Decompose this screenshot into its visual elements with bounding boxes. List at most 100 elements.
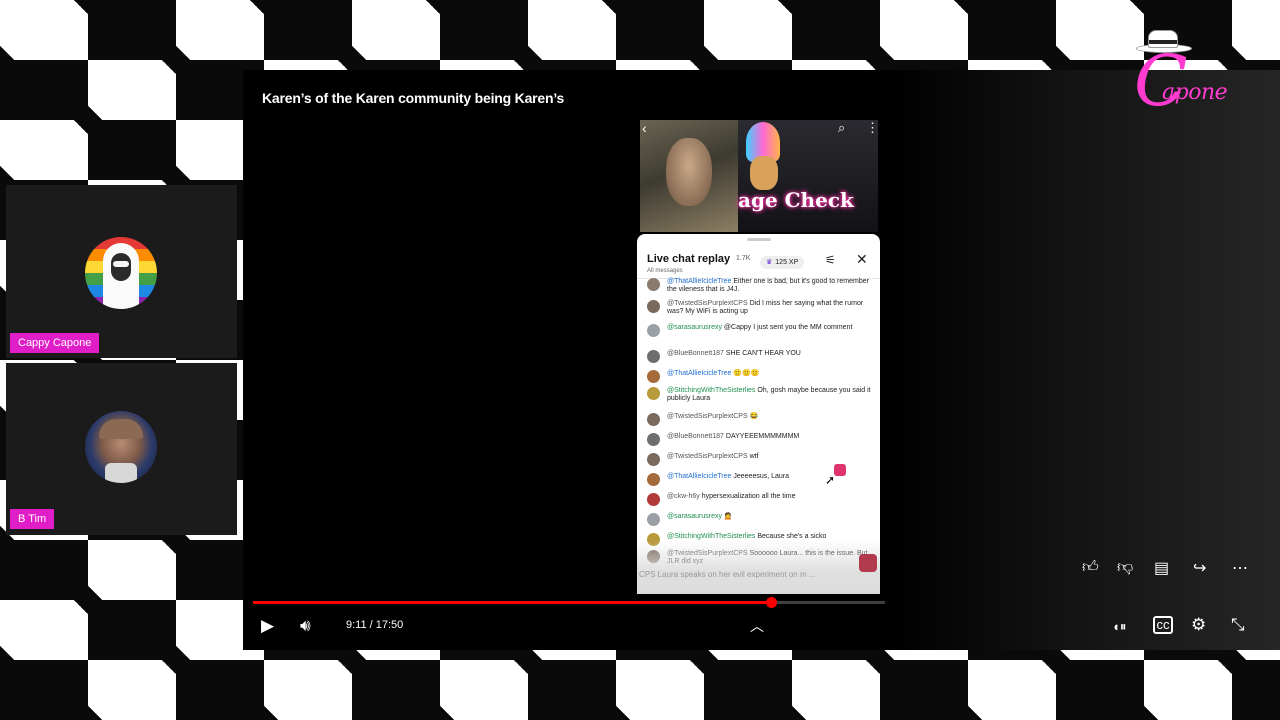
chat-text: 🙍 xyxy=(721,513,733,520)
crown-icon: ♛ xyxy=(766,259,773,266)
chat-avatar xyxy=(647,370,660,383)
nun-glasses xyxy=(113,261,129,267)
chat-avatar xyxy=(647,324,660,337)
chat-viewer-count: 1.7K xyxy=(736,255,751,262)
nun-face xyxy=(111,253,131,281)
chat-username: @ThatAllieIcicleTree xyxy=(667,370,732,377)
chat-avatar xyxy=(647,493,660,506)
chat-text: 😂 xyxy=(747,413,759,420)
embedded-phone-screen: age Check ‹ ⌕ ⋮ Live chat replay 1.7K Al… xyxy=(635,114,883,600)
search-icon: ⌕ xyxy=(838,120,846,135)
chat-message-body: @TwistedSisPurplextCPS Did I miss her sa… xyxy=(667,300,872,316)
captions-icon[interactable]: cc xyxy=(1153,616,1173,634)
channel-avatar-icon xyxy=(859,554,877,572)
participant-name-tag: B Tim xyxy=(10,509,55,529)
participant-tile-btim: B Tim xyxy=(6,363,237,535)
streamer-webcam xyxy=(640,120,738,232)
chat-title: Live chat replay xyxy=(647,253,731,265)
progress-scrubber[interactable] xyxy=(766,597,778,608)
chat-message-body: @TwistedSisPurplextCPS wtf xyxy=(667,453,872,461)
mouse-cursor-icon: ➚ xyxy=(825,473,836,487)
drag-handle xyxy=(747,238,771,241)
xp-badge: ♛ 125 XP xyxy=(760,256,805,269)
chat-message-body: @ThatAllieIcicleTree Either one is bad, … xyxy=(667,278,872,294)
avatar xyxy=(85,411,157,483)
chat-username: @sarasaurusrexy xyxy=(667,324,722,331)
comments-icon[interactable]: ▤ xyxy=(1154,558,1169,578)
settings-icon[interactable]: ⚙ xyxy=(1191,615,1206,635)
close-icon: ✕ xyxy=(856,251,868,267)
troll-overlay: age Check xyxy=(738,120,878,232)
share-icon[interactable]: ↪ xyxy=(1193,558,1206,578)
chat-username: @StitchingWithTheSisterlies xyxy=(667,533,756,540)
chat-avatar xyxy=(647,387,660,400)
video-player[interactable]: Karen’s of the Karen community being Kar… xyxy=(243,70,1280,650)
chat-avatar xyxy=(647,413,660,426)
person-avatar-image xyxy=(85,411,157,483)
embedded-livestream-video: age Check ‹ ⌕ ⋮ xyxy=(640,120,879,232)
chat-avatar xyxy=(647,513,660,526)
avatar xyxy=(85,237,157,309)
chat-username: @ThatAllieIcicleTree xyxy=(667,473,732,480)
chat-bottom-fade xyxy=(637,540,880,594)
participant-tile-cappy: Cappy Capone xyxy=(6,185,237,358)
time-display: 9:11 / 17:50 xyxy=(346,619,404,631)
sticker-icon xyxy=(834,464,846,476)
live-chat-replay-panel: Live chat replay 1.7K All messages ♛ 125 … xyxy=(637,234,880,594)
chat-filter-label: All messages xyxy=(647,268,683,274)
chat-text: hypersexualization all the time xyxy=(699,493,796,500)
chat-text: wtf xyxy=(747,453,759,460)
xp-value: 125 XP xyxy=(775,259,799,266)
chevron-up-icon[interactable]: ︿ xyxy=(750,616,764,636)
chat-username: @ckw-h6y xyxy=(667,493,700,500)
chat-message-body: @BlueBonnett187 DAYYEEEMMMMMMM xyxy=(667,433,872,441)
dislike-icon[interactable]: 👎︎ xyxy=(1117,558,1133,577)
chat-text: Because she's a sicko xyxy=(755,533,827,540)
age-check-overlay-text: age Check xyxy=(738,188,854,212)
participant-name-tag: Cappy Capone xyxy=(10,333,100,353)
chat-message-body: @BlueBonnett187 SHE CAN'T HEAR YOU xyxy=(667,350,872,358)
troll-body xyxy=(750,156,778,190)
chat-text: DAYYEEEMMMMMMM xyxy=(723,433,800,440)
fullscreen-exit-icon[interactable]: ⤡ xyxy=(1231,615,1245,635)
video-title: Karen’s of the Karen community being Kar… xyxy=(262,90,565,106)
chat-avatar xyxy=(647,350,660,363)
back-arrow-icon: ‹ xyxy=(642,120,647,136)
chat-username: @BlueBonnett187 xyxy=(667,433,724,440)
chat-avatar xyxy=(647,278,660,291)
avatar-hair xyxy=(99,419,143,439)
chat-message-body: @TwistedSisPurplextCPS 😂 xyxy=(667,413,872,421)
chat-username: @BlueBonnett187 xyxy=(667,350,724,357)
chat-message-body: @ckw-h6y hypersexualization all the time xyxy=(667,493,872,501)
chat-username: @TwistedSisPurplextCPS xyxy=(667,413,748,420)
volume-icon[interactable]: 🔊︎ xyxy=(300,616,311,636)
autoplay-toggle-icon[interactable]: ◖⏸ xyxy=(1112,617,1126,637)
chat-text: SHE CAN'T HEAR YOU xyxy=(723,350,801,357)
progress-played xyxy=(253,601,772,604)
avatar-shirt xyxy=(105,463,137,483)
chat-text: @Cappy I just sent you the MM comment xyxy=(721,324,853,331)
streamer-face xyxy=(666,138,712,206)
chat-message-body: @StitchingWithTheSisterlies Oh, gosh may… xyxy=(667,387,872,403)
chat-message-body: @ThatAllieIcicleTree 🙂🙂🙂 xyxy=(667,370,872,378)
chat-avatar xyxy=(647,300,660,313)
embedded-video-caption: CPS Laura speaks on her evil experiment … xyxy=(639,570,816,579)
play-icon[interactable]: ▶ xyxy=(261,616,274,636)
like-icon[interactable]: 👍︎ xyxy=(1082,558,1099,577)
filter-icon: ⚟ xyxy=(825,253,836,267)
logo-text: apone xyxy=(1162,80,1228,105)
chat-text: Jeeeeesus, Laura xyxy=(731,473,790,480)
chat-username: @TwistedSisPurplextCPS xyxy=(667,300,748,307)
more-vertical-icon: ⋮ xyxy=(866,120,879,135)
more-icon[interactable]: ⋯ xyxy=(1232,558,1248,578)
chat-username: @StitchingWithTheSisterlies xyxy=(667,387,756,394)
chat-username: @TwistedSisPurplextCPS xyxy=(667,453,748,460)
chat-username: @ThatAllieIcicleTree xyxy=(667,278,732,285)
rainbow-nun-avatar-image xyxy=(85,237,157,309)
chat-username: @sarasaurusrexy xyxy=(667,513,722,520)
chat-message-body: @sarasaurusrexy @Cappy I just sent you t… xyxy=(667,324,872,332)
capone-logo: C apone xyxy=(1134,28,1258,138)
chat-avatar xyxy=(647,453,660,466)
chat-message-body: @sarasaurusrexy 🙍 xyxy=(667,513,872,521)
chat-avatar xyxy=(647,473,660,486)
